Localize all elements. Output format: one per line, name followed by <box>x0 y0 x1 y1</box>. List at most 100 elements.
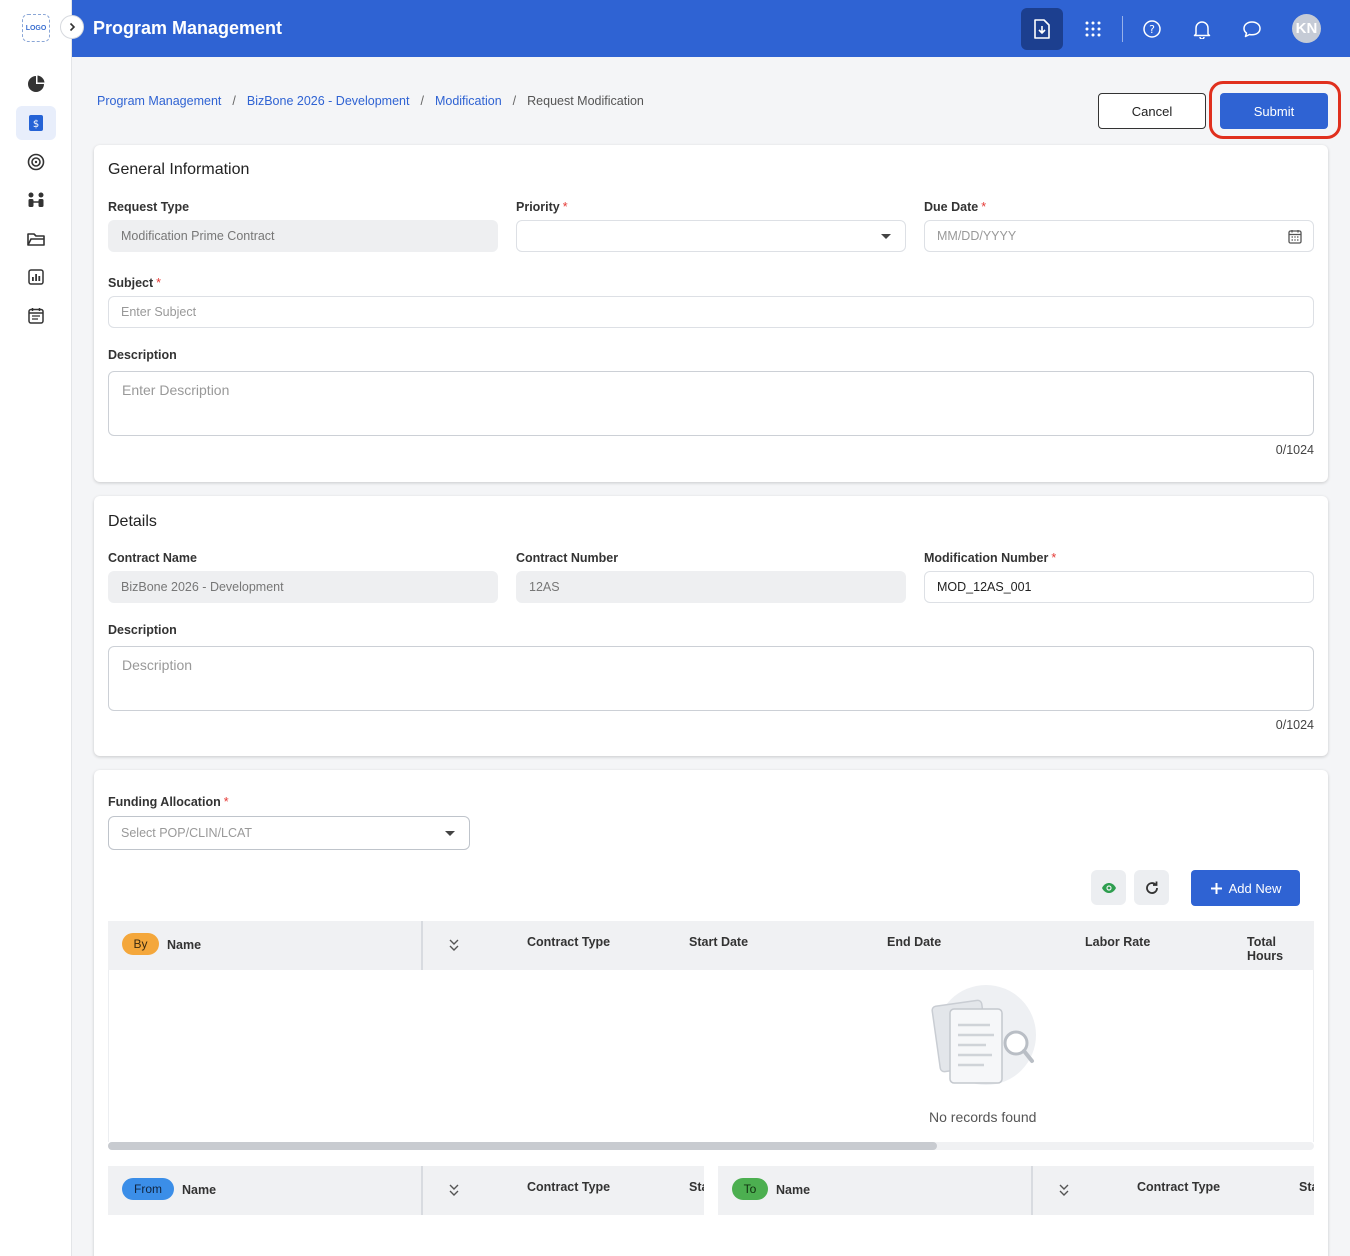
help-button[interactable]: ? <box>1131 8 1173 50</box>
breadcrumb-separator: / <box>232 94 236 108</box>
section-title: Details <box>108 513 157 530</box>
column-labor-rate[interactable]: Labor Rate <box>1085 935 1150 949</box>
chevron-right-icon <box>69 22 76 32</box>
request-type-label: Request Type <box>108 200 190 214</box>
collapse-columns-icon <box>1059 1184 1069 1196</box>
column-total-hours[interactable]: Total Hours <box>1247 935 1314 963</box>
breadcrumb-link-program[interactable]: Program Management <box>97 94 221 108</box>
horizontal-scrollbar-thumb[interactable] <box>108 1142 937 1150</box>
svg-text:?: ? <box>1149 23 1155 36</box>
view-button[interactable] <box>1091 870 1126 905</box>
priority-select[interactable] <box>516 220 906 252</box>
subject-label: Subject * <box>108 276 162 290</box>
column-end-date[interactable]: End Date <box>887 935 941 949</box>
column-start-date-truncated[interactable]: Sta <box>1299 1180 1314 1194</box>
modification-number-input[interactable]: MOD_12AS_001 <box>924 571 1314 603</box>
notifications-button[interactable] <box>1181 8 1223 50</box>
page-title: Program Management <box>93 18 283 38</box>
column-divider[interactable] <box>421 1166 423 1215</box>
column-contract-type[interactable]: Contract Type <box>527 1180 610 1194</box>
breadcrumb: Program Management / BizBone 2026 - Deve… <box>97 94 644 108</box>
section-title: General Information <box>108 161 250 178</box>
column-divider[interactable] <box>421 921 423 970</box>
collapse-columns-icon <box>449 1184 459 1196</box>
subject-input[interactable]: Enter Subject <box>108 296 1314 328</box>
svg-text:$: $ <box>33 119 39 130</box>
folder-icon[interactable] <box>16 222 56 256</box>
no-records-text: No records found <box>929 1109 1037 1125</box>
contract-number-label: Contract Number <box>516 551 619 565</box>
column-contract-type[interactable]: Contract Type <box>527 935 610 949</box>
column-contract-type[interactable]: Contract Type <box>1137 1180 1220 1194</box>
to-grid-header: To Name Contract Type Sta <box>718 1166 1314 1215</box>
help-icon: ? <box>1143 20 1161 38</box>
by-pill: By <box>122 933 159 955</box>
no-records-illustration-icon <box>931 985 1036 1085</box>
breadcrumb-link-contract[interactable]: BizBone 2026 - Development <box>247 94 410 108</box>
due-date-label: Due Date * <box>924 200 987 214</box>
caret-down-icon <box>445 831 455 836</box>
bell-icon <box>1193 20 1211 39</box>
apps-grid-icon <box>1085 21 1101 37</box>
submit-button[interactable]: Submit <box>1220 93 1328 129</box>
breadcrumb-separator: / <box>420 94 424 108</box>
calendar-icon <box>1288 230 1302 244</box>
column-start-date-truncated[interactable]: Sta <box>689 1180 704 1194</box>
request-type-field: Modification Prime Contract <box>108 220 498 252</box>
details-description-label: Description <box>108 623 177 637</box>
add-new-label: Add New <box>1228 880 1282 896</box>
apps-grid-button[interactable] <box>1072 8 1114 50</box>
team-icon[interactable] <box>16 183 56 217</box>
target-icon[interactable] <box>16 145 56 179</box>
funding-allocation-card: Funding Allocation * Select POP/CLIN/LCAT… <box>94 770 1328 1256</box>
budget-icon[interactable]: $ <box>16 106 56 140</box>
column-name[interactable]: Name <box>776 1183 810 1197</box>
details-description-counter: 0/1024 <box>1275 718 1314 732</box>
priority-label: Priority * <box>516 200 568 214</box>
column-divider[interactable] <box>1031 1166 1033 1215</box>
logo: LOGO <box>22 14 50 42</box>
calendar-icon[interactable] <box>16 298 56 332</box>
by-grid-body <box>108 970 1314 1142</box>
contract-number-field: 12AS <box>516 571 906 603</box>
sidebar-expand-button[interactable] <box>60 15 84 39</box>
breadcrumb-current: Request Modification <box>527 94 644 108</box>
caret-down-icon <box>881 234 891 239</box>
pie-chart-icon[interactable] <box>16 67 56 101</box>
refresh-icon <box>1145 881 1158 894</box>
collapse-columns-icon <box>449 939 459 951</box>
header-separator <box>1122 16 1123 42</box>
from-pill: From <box>122 1178 174 1200</box>
column-name[interactable]: Name <box>167 938 201 952</box>
column-name[interactable]: Name <box>182 1183 216 1197</box>
general-information-card: General Information Request Type Modific… <box>94 145 1328 482</box>
eye-icon <box>1101 882 1116 893</box>
contract-name-label: Contract Name <box>108 551 197 565</box>
description-textarea[interactable]: Enter Description <box>108 371 1314 436</box>
by-grid-header: By Name Contract Type Start Date End Dat… <box>108 921 1314 970</box>
breadcrumb-separator: / <box>512 94 517 108</box>
breadcrumb-link-modification[interactable]: Modification <box>435 94 502 108</box>
contract-name-field: BizBone 2026 - Development <box>108 571 498 603</box>
due-date-input[interactable]: MM/DD/YYYY <box>924 220 1314 252</box>
details-description-textarea[interactable]: Description <box>108 646 1314 711</box>
chat-icon <box>1243 21 1261 38</box>
from-grid-header: From Name Contract Type Sta <box>108 1166 704 1215</box>
cancel-button[interactable]: Cancel <box>1098 93 1206 129</box>
column-start-date[interactable]: Start Date <box>689 935 748 949</box>
add-new-button[interactable]: Add New <box>1191 870 1300 906</box>
funding-select-placeholder: Select POP/CLIN/LCAT <box>121 826 253 840</box>
report-icon[interactable] <box>16 260 56 294</box>
download-document-button[interactable] <box>1021 8 1063 50</box>
top-header: Program Management ? KN <box>72 0 1350 57</box>
chat-button[interactable] <box>1231 8 1273 50</box>
download-icon <box>1034 19 1050 39</box>
user-avatar[interactable]: KN <box>1292 14 1321 43</box>
plus-icon <box>1210 882 1222 894</box>
description-counter: 0/1024 <box>1275 443 1314 457</box>
refresh-button[interactable] <box>1134 870 1169 905</box>
funding-select[interactable]: Select POP/CLIN/LCAT <box>108 816 470 850</box>
funding-allocation-label: Funding Allocation * <box>108 795 229 809</box>
sidebar: LOGO $ <box>0 0 72 1256</box>
to-pill: To <box>732 1178 768 1200</box>
